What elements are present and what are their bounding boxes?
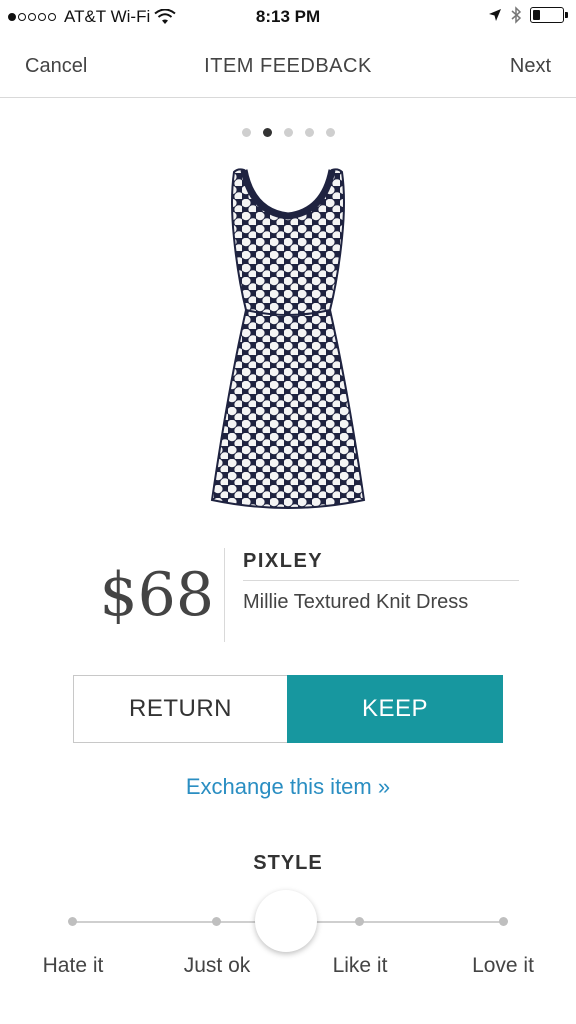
item-name: Millie Textured Knit Dress <box>243 591 469 613</box>
bluetooth-icon <box>511 6 522 24</box>
rating-option-hate-it[interactable]: Hate it <box>13 954 133 978</box>
page-dot[interactable] <box>325 128 335 137</box>
slider-tick[interactable] <box>499 917 508 926</box>
location-arrow-icon <box>489 9 501 21</box>
battery-icon <box>530 7 568 23</box>
navigation-bar: Cancel ITEM FEEDBACK Next <box>0 36 576 98</box>
divider <box>243 580 519 581</box>
slider-thumb[interactable] <box>255 890 317 952</box>
exchange-item-link[interactable]: Exchange this item » <box>0 774 576 800</box>
slider-tick[interactable] <box>68 917 77 926</box>
slider-tick[interactable] <box>212 917 221 926</box>
rating-option-just-ok[interactable]: Just ok <box>157 954 277 978</box>
page-dot[interactable] <box>304 128 314 137</box>
rating-option-love-it[interactable]: Love it <box>443 954 563 978</box>
slider-tick[interactable] <box>355 917 364 926</box>
page-dot[interactable] <box>241 128 251 137</box>
dress-image <box>210 168 366 509</box>
page-indicator <box>0 128 576 137</box>
divider <box>224 548 225 642</box>
return-button[interactable]: RETURN <box>73 675 287 743</box>
keep-return-toggle: RETURN KEEP <box>73 675 503 743</box>
page-dot[interactable] <box>283 128 293 137</box>
page-title: ITEM FEEDBACK <box>204 55 372 77</box>
page-dot[interactable] <box>262 128 272 137</box>
style-rating-title: STYLE <box>253 852 323 874</box>
product-image <box>200 160 376 520</box>
item-brand: PIXLEY <box>243 550 324 572</box>
status-bar: AT&T Wi-Fi 8:13 PM <box>0 0 576 36</box>
item-price: $68 <box>99 560 214 630</box>
rating-option-like-it[interactable]: Like it <box>300 954 420 978</box>
keep-button[interactable]: KEEP <box>287 675 503 743</box>
next-button[interactable]: Next <box>510 55 551 78</box>
